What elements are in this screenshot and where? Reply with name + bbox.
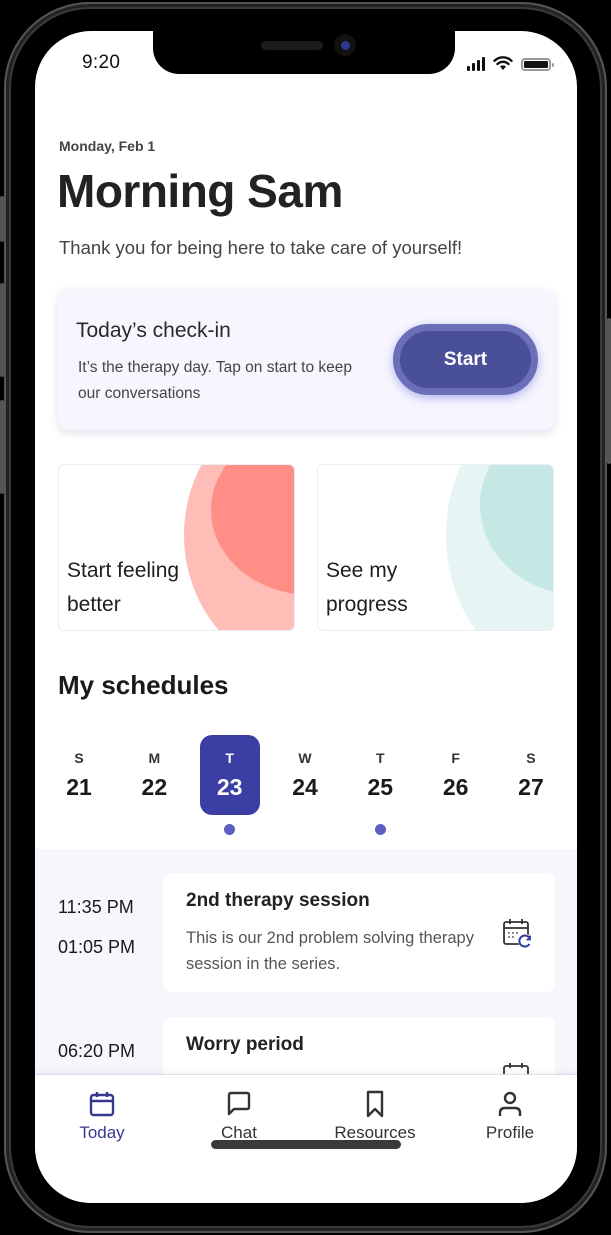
nav-today[interactable]: Today	[47, 1089, 157, 1143]
event-start-time: 11:35 PM	[58, 897, 134, 917]
day-letter: T	[225, 750, 234, 766]
nav-chat[interactable]: Chat	[184, 1089, 294, 1143]
power-button	[607, 318, 611, 464]
calendar-sync-icon[interactable]	[501, 916, 535, 950]
notch	[153, 31, 455, 74]
bookmark-icon	[366, 1090, 384, 1118]
tile-label: Start feeling better	[67, 559, 180, 616]
battery-icon	[521, 58, 554, 71]
day-number: 23	[216, 774, 243, 800]
volume-up-button	[0, 283, 4, 377]
screen: 9:20 Monday, Feb 1 Morning Sam Thank you…	[35, 31, 577, 1203]
event-description: This is our 2nd problem solving therapy …	[186, 929, 474, 973]
day-letter: T	[376, 750, 385, 766]
nav-profile[interactable]: Profile	[455, 1089, 565, 1143]
nav-resources[interactable]: Resources	[320, 1089, 430, 1143]
home-indicator[interactable]	[211, 1140, 401, 1149]
day-25[interactable]: T 25	[350, 735, 410, 835]
checkin-description: It’s the therapy day. Tap on start to ke…	[78, 359, 353, 402]
day-27[interactable]: S 27	[501, 735, 561, 815]
day-21[interactable]: S 21	[49, 735, 109, 815]
day-number: 27	[518, 774, 544, 800]
current-date: Monday, Feb 1	[59, 138, 156, 154]
schedules-title: My schedules	[58, 670, 229, 700]
day-23[interactable]: T 23	[199, 735, 260, 835]
event-indicator-dot	[224, 824, 236, 835]
chat-bubble-icon	[227, 1091, 251, 1116]
greeting-title: Morning Sam	[57, 165, 343, 217]
schedule-list: 11:35 PM 01:05 PM 2nd therapy session Th…	[35, 849, 577, 1136]
day-number: 25	[367, 774, 394, 800]
tile-label: See my progress	[326, 559, 408, 616]
wifi-icon	[493, 56, 513, 70]
week-strip: S 21 M 22 T 23 W 24 T 25 F 26 S 27	[45, 735, 565, 835]
day-letter: M	[148, 750, 161, 766]
silent-switch	[0, 196, 4, 242]
cellular-signal-icon	[467, 57, 485, 71]
day-22[interactable]: M 22	[124, 735, 184, 815]
day-letter: W	[298, 750, 312, 766]
event-title: 2nd therapy session	[186, 890, 370, 911]
nav-label: Today	[79, 1123, 125, 1142]
bottom-nav: Today Chat Resources Profile	[35, 1074, 577, 1203]
day-letter: F	[451, 750, 460, 766]
day-26[interactable]: F 26	[426, 735, 486, 815]
event-indicator-dot	[374, 824, 386, 835]
calendar-icon	[89, 1092, 115, 1117]
see-my-progress-tile[interactable]: See my progress	[317, 464, 554, 631]
day-number: 26	[442, 774, 469, 800]
day-24[interactable]: W 24	[275, 735, 335, 815]
day-letter: S	[526, 750, 536, 766]
status-icons	[467, 56, 554, 71]
day-number: 21	[66, 774, 92, 800]
status-time: 9:20	[82, 52, 121, 73]
volume-down-button	[0, 400, 4, 494]
event-card[interactable]: 2nd therapy session This is our 2nd prob…	[163, 873, 555, 992]
day-number: 22	[141, 774, 168, 800]
event-title: Worry period	[186, 1034, 304, 1055]
user-icon	[498, 1091, 522, 1116]
event-times: 11:35 PM 01:05 PM	[58, 897, 135, 977]
event-end-time: 01:05 PM	[58, 937, 136, 957]
checkin-card: Today’s check-in It’s the therapy day. T…	[58, 289, 555, 430]
greeting-subtitle: Thank you for being here to take care of…	[59, 237, 463, 258]
checkin-title: Today’s check-in	[76, 319, 231, 342]
speaker-grille	[261, 41, 323, 50]
camera-icon	[334, 34, 356, 56]
day-letter: S	[74, 750, 84, 766]
nav-label: Profile	[485, 1123, 535, 1142]
start-checkin-button[interactable]: Start	[393, 324, 538, 395]
start-feeling-better-tile[interactable]: Start feeling better	[58, 464, 295, 631]
day-number: 24	[292, 774, 318, 800]
